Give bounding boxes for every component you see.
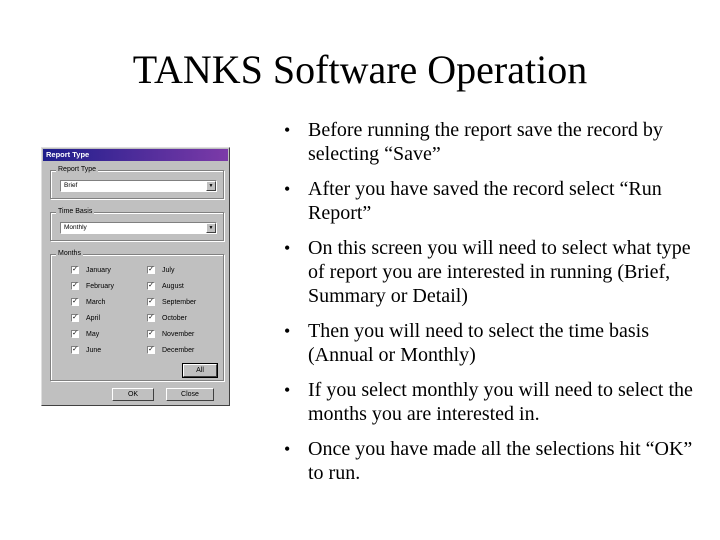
checkbox-check-icon[interactable]: ✓: [71, 298, 79, 306]
checkbox-check-icon[interactable]: ✓: [147, 298, 155, 306]
select-all-months-button[interactable]: All: [182, 363, 218, 378]
month-checkbox-november[interactable]: ✓ November: [147, 330, 194, 339]
month-label: July: [162, 267, 175, 274]
bullet-text: On this screen you will need to select w…: [308, 237, 691, 307]
checkbox-check-icon[interactable]: ✓: [71, 282, 79, 290]
month-label: December: [162, 347, 195, 354]
month-label: September: [162, 299, 197, 306]
month-checkbox-june[interactable]: ✓ June: [71, 346, 101, 355]
report-type-group: Report Type Brief ▼: [50, 166, 224, 199]
month-label: March: [86, 299, 106, 306]
checkbox-check-icon[interactable]: ✓: [147, 282, 155, 290]
checkbox-check-icon[interactable]: ✓: [147, 266, 155, 274]
month-checkbox-december[interactable]: ✓ December: [147, 346, 194, 355]
report-type-dialog: Report Type Report Type Brief ▼ Time Bas…: [41, 147, 230, 406]
bullet-text: Then you will need to select the time ba…: [308, 320, 650, 366]
time-basis-select[interactable]: Monthly ▼: [60, 222, 217, 234]
bullet-text: If you select monthly you will need to s…: [308, 379, 693, 425]
month-checkbox-july[interactable]: ✓ July: [147, 266, 174, 275]
bullet-item: • Before running the report save the reco…: [278, 118, 708, 166]
month-label: August: [162, 283, 184, 290]
month-label: January: [86, 267, 111, 274]
bullet-icon: •: [284, 238, 291, 258]
bullet-item: • Once you have made all the selections h…: [278, 437, 708, 485]
checkbox-check-icon[interactable]: ✓: [147, 330, 155, 338]
chevron-down-icon[interactable]: ▼: [206, 181, 216, 191]
bullet-list: • Before running the report save the reco…: [278, 118, 708, 496]
bullet-text: Before running the report save the recor…: [308, 119, 663, 165]
bullet-text: Once you have made all the selections hi…: [308, 438, 693, 484]
bullet-icon: •: [284, 380, 291, 400]
checkbox-check-icon[interactable]: ✓: [147, 314, 155, 322]
bullet-icon: •: [284, 179, 291, 199]
bullet-icon: •: [284, 120, 291, 140]
month-checkbox-october[interactable]: ✓ October: [147, 314, 187, 323]
month-label: November: [162, 331, 195, 338]
time-basis-value: Monthly: [64, 224, 87, 231]
month-checkbox-march[interactable]: ✓ March: [71, 298, 105, 307]
month-checkbox-may[interactable]: ✓ May: [71, 330, 99, 339]
checkbox-check-icon[interactable]: ✓: [71, 314, 79, 322]
bullet-item: • Then you will need to select the time b…: [278, 319, 708, 367]
time-basis-group: Time Basis Monthly ▼: [50, 208, 224, 241]
checkbox-check-icon[interactable]: ✓: [147, 346, 155, 354]
slide-title: TANKS Software Operation: [132, 47, 588, 92]
month-checkbox-january[interactable]: ✓ January: [71, 266, 111, 275]
close-button[interactable]: Close: [166, 388, 214, 401]
bullet-icon: •: [284, 321, 291, 341]
months-label: Months: [56, 250, 83, 258]
month-label: May: [86, 331, 100, 338]
checkbox-check-icon[interactable]: ✓: [71, 330, 79, 338]
dialog-title-bar[interactable]: Report Type: [43, 149, 228, 161]
month-label: February: [86, 283, 115, 290]
bullet-item: • On this screen you will need to select …: [278, 236, 708, 308]
month-checkbox-april[interactable]: ✓ April: [71, 314, 100, 323]
bullet-text: After you have saved the record select “…: [308, 178, 662, 224]
report-type-label: Report Type: [56, 166, 99, 174]
report-type-select[interactable]: Brief ▼: [60, 180, 217, 192]
bullet-icon: •: [284, 439, 291, 459]
month-label: June: [86, 347, 102, 354]
month-checkbox-september[interactable]: ✓ September: [147, 298, 196, 307]
month-checkbox-february[interactable]: ✓ February: [71, 282, 114, 291]
chevron-down-icon[interactable]: ▼: [206, 223, 216, 233]
ok-button[interactable]: OK: [112, 388, 154, 401]
month-checkbox-august[interactable]: ✓ August: [147, 282, 184, 291]
month-label: October: [162, 315, 187, 322]
checkbox-check-icon[interactable]: ✓: [71, 346, 79, 354]
time-basis-label: Time Basis: [56, 208, 95, 216]
bullet-item: • If you select monthly you will need to …: [278, 378, 708, 426]
bullet-item: • After you have saved the record select …: [278, 177, 708, 225]
months-group: Months ✓ January ✓ February ✓ March ✓ April …: [50, 250, 224, 381]
checkbox-check-icon[interactable]: ✓: [71, 266, 79, 274]
month-label: April: [86, 315, 101, 322]
report-type-value: Brief: [64, 182, 78, 189]
